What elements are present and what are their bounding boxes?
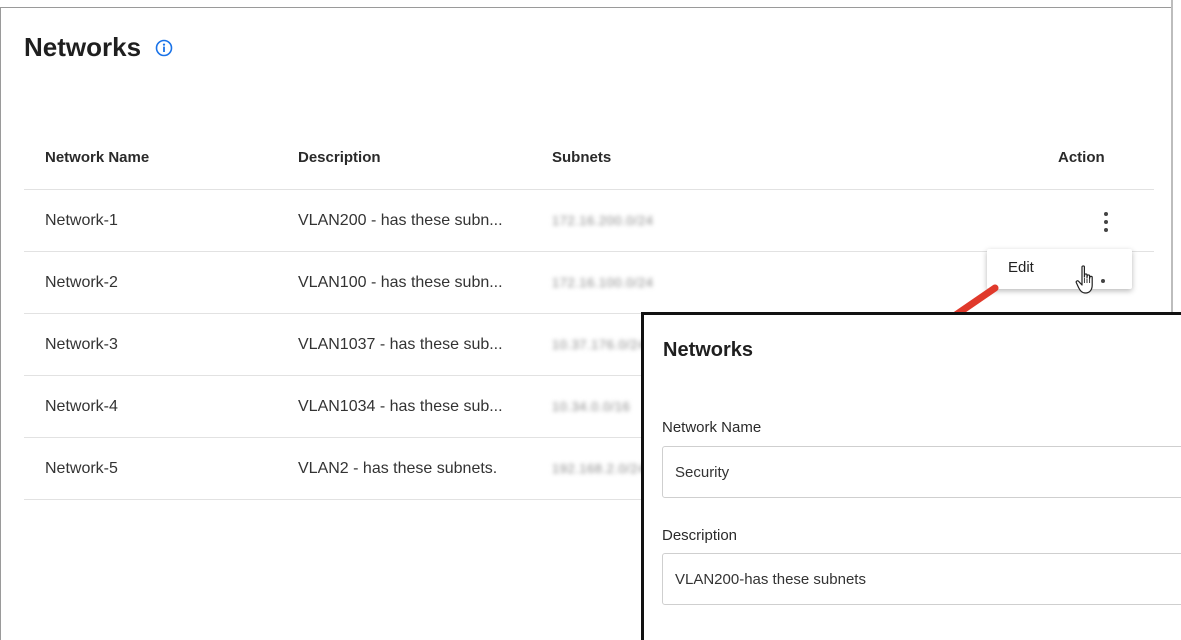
hand-pointer-cursor-icon [1075,265,1093,294]
description-cell: VLAN2 - has these subnets. [298,459,498,477]
network-name-cell: Network-2 [45,273,118,291]
subnets-cell: 10.37.176.0/24 [552,337,646,352]
edit-menu-item[interactable]: Edit [1008,259,1034,276]
column-header-description[interactable]: Description [298,149,381,166]
row-actions-kebab-icon[interactable] [1098,210,1114,234]
network-name-field[interactable]: Security [662,446,1181,498]
table-header-row: Network Name Description Subnets Action [24,126,1154,190]
column-header-action: Action [1058,149,1105,166]
page-title: Networks [24,32,142,62]
description-cell: VLAN1037 - has these sub... [298,335,503,353]
subnets-cell: 172.16.200.0/24 [552,213,654,228]
frame-left-border [0,7,1,640]
network-name-cell: Network-5 [45,459,118,477]
network-name-cell: Network-3 [45,335,118,353]
row-actions-kebab-icon-partial[interactable] [1098,277,1108,295]
network-name-label: Network Name [662,419,762,436]
network-name-cell: Network-1 [45,211,118,229]
description-field[interactable]: VLAN200-has these subnets [662,553,1181,605]
description-cell: VLAN200 - has these subn... [298,211,503,229]
edit-network-dialog: Networks Network Name Security Descripti… [641,312,1181,640]
network-name-cell: Network-4 [45,397,118,415]
subnets-cell: 172.16.100.0/24 [552,275,654,290]
column-header-subnets[interactable]: Subnets [552,149,611,166]
networks-page: Networks Network Name Description Subnet… [0,0,1181,640]
description-label: Description [662,527,738,544]
dialog-title: Networks [663,339,754,361]
subnets-cell: 10.34.0.0/16 [552,399,631,414]
column-header-network-name[interactable]: Network Name [45,149,149,166]
frame-top-border [0,7,1172,8]
table-row[interactable]: Network-1 VLAN200 - has these subn... 17… [24,190,1154,252]
description-cell: VLAN100 - has these subn... [298,273,503,291]
page-header: Networks [24,32,173,63]
subnets-cell: 192.168.2.0/24 [552,461,646,476]
info-icon[interactable] [155,39,173,57]
description-cell: VLAN1034 - has these sub... [298,397,503,415]
